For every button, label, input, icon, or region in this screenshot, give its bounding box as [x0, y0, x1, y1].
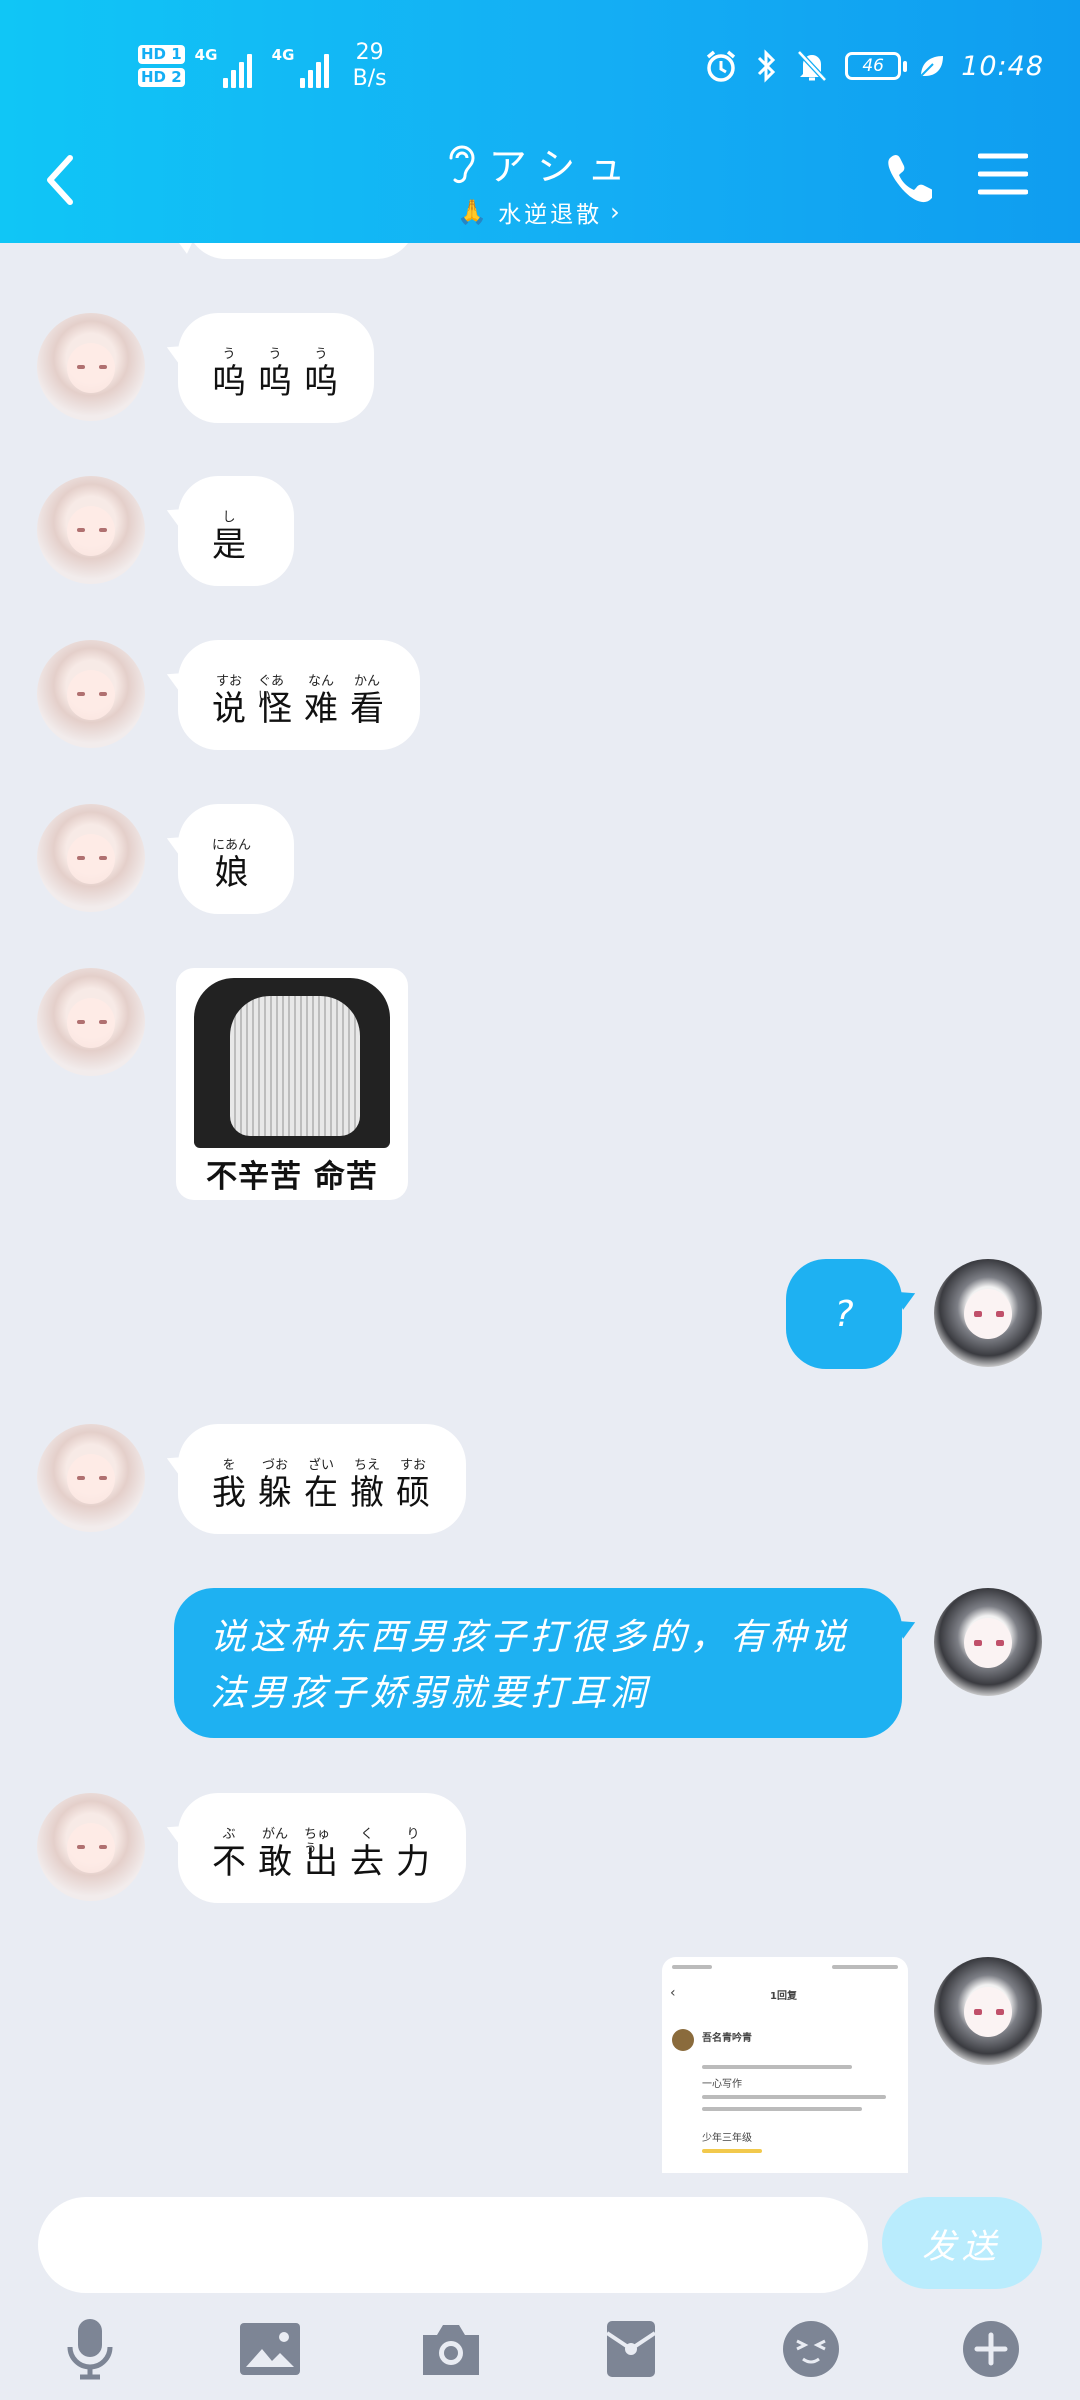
- avatar-contact[interactable]: [37, 313, 145, 421]
- microphone-icon[interactable]: [55, 2314, 125, 2384]
- avatar-self[interactable]: [934, 1957, 1042, 2065]
- avatar-contact[interactable]: [37, 968, 145, 1076]
- sim2-badge: HD 2: [138, 68, 185, 87]
- message-bubble[interactable]: ぶ不 がん敢 ちゅう出 く去 り力: [178, 1793, 466, 1903]
- message-bubble-outgoing[interactable]: ?: [786, 1259, 902, 1369]
- alarm-icon: [707, 50, 736, 82]
- mute-bell-icon: [797, 50, 828, 82]
- signal-2-icon: 4G: [272, 44, 329, 88]
- avatar-contact[interactable]: [37, 640, 145, 748]
- menu-icon[interactable]: [978, 152, 1028, 196]
- sim1-badge: HD 1: [138, 45, 185, 64]
- camera-icon[interactable]: [416, 2314, 486, 2384]
- chat-title: アシュ: [443, 136, 637, 191]
- pray-icon: 🙏: [457, 198, 491, 226]
- plus-icon[interactable]: [956, 2314, 1026, 2384]
- message-bubble[interactable]: う呜 う呜 う呜: [178, 313, 374, 423]
- chevron-right-icon: ›: [610, 198, 623, 226]
- clock: 10:48: [961, 50, 1044, 82]
- avatar-self[interactable]: [934, 1259, 1042, 1367]
- avatar-contact[interactable]: [37, 1424, 145, 1532]
- message-bubble-outgoing[interactable]: 说这种东西男孩子打很多的，有种说法男孩子娇弱就要打耳洞: [174, 1588, 902, 1738]
- ruby-text: し是: [212, 509, 246, 565]
- status-bar: HD 1 HD 2 4G 4G 29 B/s 46 10:48: [0, 0, 1080, 120]
- bluetooth-icon: [758, 49, 776, 83]
- ruby-text: う呜 う呜 う呜: [212, 346, 338, 402]
- leaf-icon: [920, 56, 944, 77]
- avatar-contact[interactable]: [37, 476, 145, 584]
- message-bubble[interactable]: にあん娘: [178, 804, 294, 914]
- red-packet-icon[interactable]: [596, 2314, 666, 2384]
- phone-icon[interactable]: [882, 148, 932, 208]
- message-bubble[interactable]: し是: [178, 476, 294, 586]
- panda-meme-face: [194, 978, 390, 1148]
- sticker-image[interactable]: 不辛苦 命苦: [176, 968, 408, 1200]
- image-icon[interactable]: [235, 2314, 305, 2384]
- sticker-caption: 不辛苦 命苦: [206, 1159, 378, 1195]
- contact-name: アシュ: [488, 145, 638, 189]
- message-bubble[interactable]: すお说 ぐあい怪 なん难 かん看: [178, 640, 420, 750]
- ruby-text: を我 づお躲 ざい在 ちえ撤 すお硕: [212, 1457, 430, 1513]
- message-bubble-partial[interactable]: [186, 243, 416, 259]
- status-text: 水逆退散: [498, 202, 603, 228]
- sim-indicators: HD 1 HD 2: [138, 45, 185, 87]
- avatar-self[interactable]: [934, 1588, 1042, 1696]
- send-button[interactable]: 发送: [882, 2197, 1042, 2289]
- message-input[interactable]: [38, 2197, 868, 2293]
- avatar-contact[interactable]: [37, 1793, 145, 1901]
- ruby-text: すお说 ぐあい怪 なん难 かん看: [212, 673, 384, 729]
- hearing-icon: [449, 145, 475, 183]
- signal-1-icon: 4G: [195, 44, 252, 88]
- emoji-icon[interactable]: [776, 2314, 846, 2384]
- composer: 发送: [0, 2193, 1080, 2300]
- ruby-text: にあん娘: [212, 837, 252, 893]
- ruby-text: ぶ不 がん敢 ちゅう出 く去 り力: [212, 1826, 430, 1882]
- screenshot-image[interactable]: ‹ 1回复 吾名青吟青 一心写作 少年三年级: [662, 1957, 908, 2173]
- status-bar-right: 46 10:48: [703, 40, 1044, 92]
- contact-status[interactable]: 🙏 水逆退散 ›: [457, 195, 623, 229]
- nav-bar: アシュ 🙏 水逆退散 ›: [0, 130, 1080, 243]
- message-list[interactable]: う呜 う呜 う呜 し是 すお说 ぐあい怪 なん难 かん看 にあん 娘 不辛苦 命…: [0, 243, 1080, 2193]
- status-bar-left: HD 1 HD 2 4G 4G 29 B/s: [138, 34, 387, 98]
- app-header: HD 1 HD 2 4G 4G 29 B/s 46 10:48 アシュ 🙏 水逆…: [0, 0, 1080, 243]
- composer-toolbar: [0, 2300, 1080, 2400]
- data-rate: 29 B/s: [352, 40, 387, 91]
- message-bubble[interactable]: を我 づお躲 ざい在 ちえ撤 すお硕: [178, 1424, 466, 1534]
- battery-icon: 46: [845, 52, 908, 80]
- avatar-contact[interactable]: [37, 804, 145, 912]
